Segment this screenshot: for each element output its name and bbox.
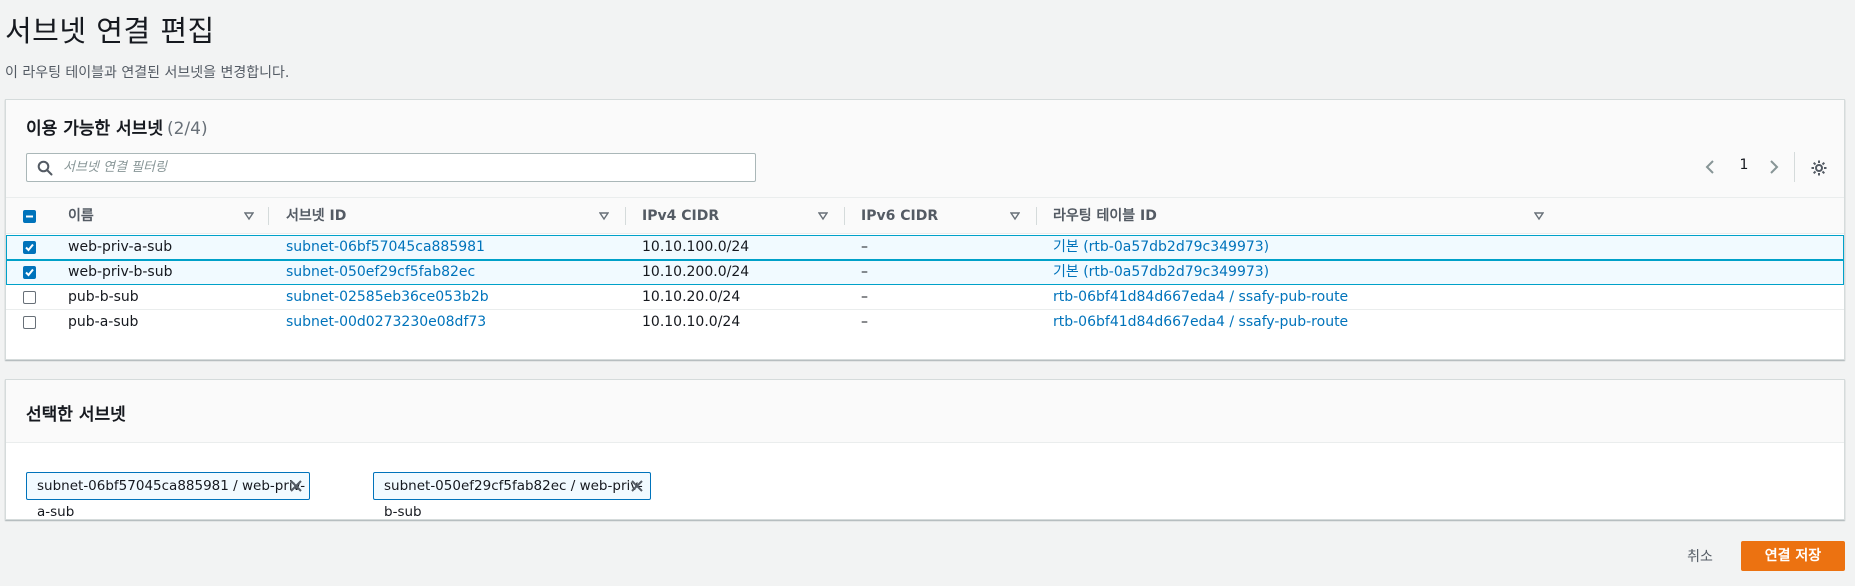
- row-checkbox[interactable]: [23, 291, 36, 304]
- search-input[interactable]: [63, 154, 743, 181]
- table-row[interactable]: pub-b-sub subnet-02585eb36ce053b2b 10.10…: [6, 285, 1844, 310]
- available-subnets-count: (2/4): [166, 119, 208, 139]
- column-divider: [1036, 207, 1037, 225]
- close-icon[interactable]: [630, 479, 644, 493]
- pager-page-number[interactable]: 1: [1734, 157, 1754, 173]
- token-label: subnet-06bf57045ca885981 / web-priv-a-su…: [37, 478, 306, 520]
- minus-icon: [26, 215, 33, 218]
- column-divider: [625, 207, 626, 225]
- row-ipv4-cidr: 10.10.100.0/24: [642, 239, 750, 255]
- column-divider: [268, 207, 269, 225]
- sort-down-icon[interactable]: [1010, 211, 1020, 221]
- table-header-row: 이름 서브넷 ID IPv4 CIDR IPv6 CIDR 라우팅 테이블 ID: [6, 198, 1844, 234]
- row-ipv6-cidr: –: [861, 264, 868, 280]
- row-name: pub-b-sub: [68, 289, 139, 305]
- cancel-button[interactable]: 취소: [1668, 542, 1732, 572]
- row-checkbox[interactable]: [23, 316, 36, 329]
- selected-subnets-panel: 선택한 서브넷 subnet-06bf57045ca885981 / web-p…: [5, 379, 1845, 520]
- row-ipv4-cidr: 10.10.20.0/24: [642, 289, 741, 305]
- row-subnet-id-link[interactable]: subnet-02585eb36ce053b2b: [286, 285, 489, 310]
- check-icon: [25, 243, 34, 252]
- table-row[interactable]: pub-a-sub subnet-00d0273230e08df73 10.10…: [6, 310, 1844, 335]
- row-ipv6-cidr: –: [861, 314, 868, 330]
- selected-subnets-title: 선택한 서브넷: [26, 405, 126, 425]
- search-box: [26, 153, 756, 182]
- chevron-left-icon: [1705, 160, 1714, 174]
- row-ipv4-cidr: 10.10.10.0/24: [642, 314, 741, 330]
- row-ipv6-cidr: –: [861, 289, 868, 305]
- page-description: 이 라우팅 테이블과 연결된 서브넷을 변경합니다.: [5, 65, 290, 81]
- close-icon[interactable]: [289, 479, 303, 493]
- available-subnets-title-text: 이용 가능한 서브넷: [26, 119, 163, 139]
- row-checkbox[interactable]: [23, 241, 36, 254]
- column-header-name[interactable]: 이름: [68, 198, 94, 234]
- row-checkbox[interactable]: [23, 266, 36, 279]
- pager-prev-button[interactable]: [1698, 155, 1722, 179]
- row-route-table-link[interactable]: rtb-06bf41d84d667eda4 / ssafy-pub-route: [1053, 310, 1348, 335]
- column-header-ipv6-cidr[interactable]: IPv6 CIDR: [861, 198, 938, 234]
- available-subnets-header: 이용 가능한 서브넷(2/4) 1: [6, 100, 1844, 198]
- row-subnet-id-link[interactable]: subnet-06bf57045ca885981: [286, 235, 485, 260]
- chevron-right-icon: [1770, 160, 1779, 174]
- sort-down-icon[interactable]: [599, 211, 609, 221]
- row-ipv4-cidr: 10.10.200.0/24: [642, 264, 750, 280]
- check-icon: [25, 268, 34, 277]
- column-header-ipv4-cidr[interactable]: IPv4 CIDR: [642, 198, 719, 234]
- sort-down-icon[interactable]: [1534, 211, 1544, 221]
- available-subnets-title: 이용 가능한 서브넷 (2/4): [26, 114, 208, 139]
- search-icon: [37, 160, 53, 176]
- sort-down-icon[interactable]: [244, 211, 254, 221]
- selected-subnets-header: 선택한 서브넷: [6, 380, 1844, 443]
- gear-icon: [1811, 160, 1827, 176]
- row-route-table-link[interactable]: 기본 (rtb-0a57db2d79c349973): [1053, 260, 1269, 285]
- available-subnets-panel: 이용 가능한 서브넷(2/4) 1: [5, 99, 1845, 360]
- row-name: web-priv-b-sub: [68, 264, 173, 280]
- selected-subnet-token: subnet-050ef29cf5fab82ec / web-priv-b-su…: [373, 472, 651, 520]
- save-association-button[interactable]: 연결 저장: [1741, 541, 1845, 571]
- row-subnet-id-link[interactable]: subnet-00d0273230e08df73: [286, 310, 486, 335]
- page-title: 서브넷 연결 편집: [5, 14, 215, 48]
- pager-divider: [1794, 152, 1795, 182]
- column-header-route-table-id[interactable]: 라우팅 테이블 ID: [1053, 198, 1157, 234]
- select-all-checkbox[interactable]: [23, 210, 36, 223]
- row-name: pub-a-sub: [68, 314, 139, 330]
- table-row[interactable]: web-priv-b-sub subnet-050ef29cf5fab82ec …: [6, 260, 1844, 285]
- token-label: subnet-050ef29cf5fab82ec / web-priv-b-su…: [384, 478, 643, 520]
- row-name: web-priv-a-sub: [68, 239, 173, 255]
- subnets-table: 이름 서브넷 ID IPv4 CIDR IPv6 CIDR 라우팅 테이블 ID…: [6, 198, 1844, 330]
- row-route-table-link[interactable]: rtb-06bf41d84d667eda4 / ssafy-pub-route: [1053, 285, 1348, 310]
- row-subnet-id-link[interactable]: subnet-050ef29cf5fab82ec: [286, 260, 475, 285]
- table-row[interactable]: web-priv-a-sub subnet-06bf57045ca885981 …: [6, 235, 1844, 260]
- row-ipv6-cidr: –: [861, 239, 868, 255]
- row-route-table-link[interactable]: 기본 (rtb-0a57db2d79c349973): [1053, 235, 1269, 260]
- column-header-subnet-id[interactable]: 서브넷 ID: [286, 198, 346, 234]
- column-divider: [844, 207, 845, 225]
- pager-next-button[interactable]: [1762, 155, 1786, 179]
- selected-subnet-token: subnet-06bf57045ca885981 / web-priv-a-su…: [26, 472, 310, 520]
- sort-down-icon[interactable]: [818, 211, 828, 221]
- table-settings-button[interactable]: [1806, 155, 1832, 181]
